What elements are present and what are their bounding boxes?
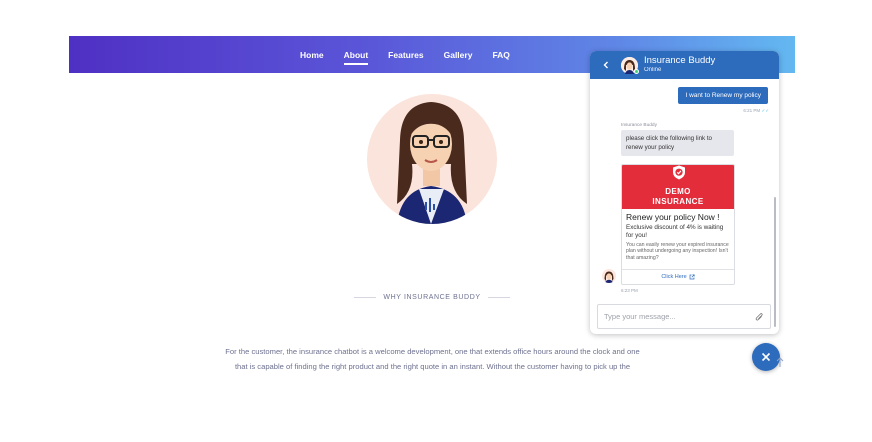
- page: Home About Features Gallery FAQ WHY INSU…: [0, 0, 872, 442]
- chat-widget: Insurance Buddy Online I want to Renew m…: [590, 51, 779, 334]
- card-brand-line-2: INSURANCE: [652, 197, 704, 206]
- nav-about[interactable]: About: [343, 50, 368, 65]
- promo-card: DEMO INSURANCE Renew your policy Now ! E…: [621, 164, 735, 285]
- main-nav: Home About Features Gallery FAQ: [300, 36, 510, 73]
- user-message-time: 6:21 PM ✓✓: [743, 108, 769, 114]
- online-indicator: [634, 68, 639, 74]
- message-input[interactable]: [604, 312, 755, 321]
- external-link-icon: [689, 274, 695, 280]
- bot-avatar: [621, 56, 639, 74]
- body-line-1: For the customer, the insurance chatbot …: [225, 347, 640, 356]
- body-line-faded: [205, 374, 660, 389]
- card-link-label: Click Here: [661, 274, 687, 280]
- card-description: You can easily renew your expired insura…: [626, 242, 729, 260]
- woman-avatar-illustration: [397, 102, 467, 224]
- card-title: Renew your policy Now !: [626, 212, 720, 222]
- chat-scrollbar[interactable]: [774, 197, 776, 327]
- nav-home[interactable]: Home: [300, 50, 324, 60]
- chat-title-block: Insurance Buddy Online: [644, 56, 715, 74]
- agent-avatar-small-icon: [604, 271, 614, 283]
- chevron-left-icon: [603, 61, 608, 69]
- card-brand: DEMO INSURANCE: [622, 187, 734, 207]
- chat-header: Insurance Buddy Online: [590, 51, 779, 79]
- shield-check-icon: [673, 165, 685, 180]
- heading-rule-right: [487, 297, 511, 298]
- nav-gallery[interactable]: Gallery: [444, 50, 473, 60]
- bot-message-avatar: [602, 269, 616, 283]
- chat-messages[interactable]: I want to Renew my policy 6:21 PM ✓✓ Ins…: [590, 79, 779, 327]
- section-heading: WHY INSURANCE BUDDY: [354, 294, 511, 301]
- paperclip-icon[interactable]: [755, 312, 764, 322]
- hero-avatar: [367, 94, 497, 224]
- nav-features[interactable]: Features: [388, 50, 423, 60]
- bot-sender-label: Insurance Buddy: [621, 123, 658, 128]
- body-line-2: that is capable of finding the right pro…: [234, 362, 631, 371]
- chat-title: Insurance Buddy: [644, 55, 716, 66]
- bot-message: please click the following link to renew…: [621, 130, 734, 156]
- back-button[interactable]: [600, 59, 612, 71]
- section-body: For the customer, the insurance chatbot …: [205, 344, 660, 389]
- section-title: WHY INSURANCE BUDDY: [383, 294, 481, 301]
- user-message: I want to Renew my policy: [678, 87, 768, 104]
- user-time-text: 6:21 PM: [743, 108, 761, 113]
- card-subtitle: Exclusive discount of 4% is waiting for …: [626, 224, 724, 239]
- card-banner: DEMO INSURANCE: [622, 165, 734, 209]
- nav-faq[interactable]: FAQ: [492, 50, 509, 60]
- chat-status: Online: [644, 67, 662, 73]
- read-check-icon: ✓✓: [761, 108, 769, 113]
- card-brand-line-1: DEMO: [665, 187, 691, 196]
- heading-rule-left: [354, 297, 377, 298]
- arrow-up-icon[interactable]: [776, 356, 784, 368]
- message-input-box: [597, 304, 771, 329]
- card-click-here-link[interactable]: Click Here: [622, 269, 734, 284]
- close-icon: [761, 352, 771, 362]
- bot-message-time: 6:23 PM: [621, 288, 638, 293]
